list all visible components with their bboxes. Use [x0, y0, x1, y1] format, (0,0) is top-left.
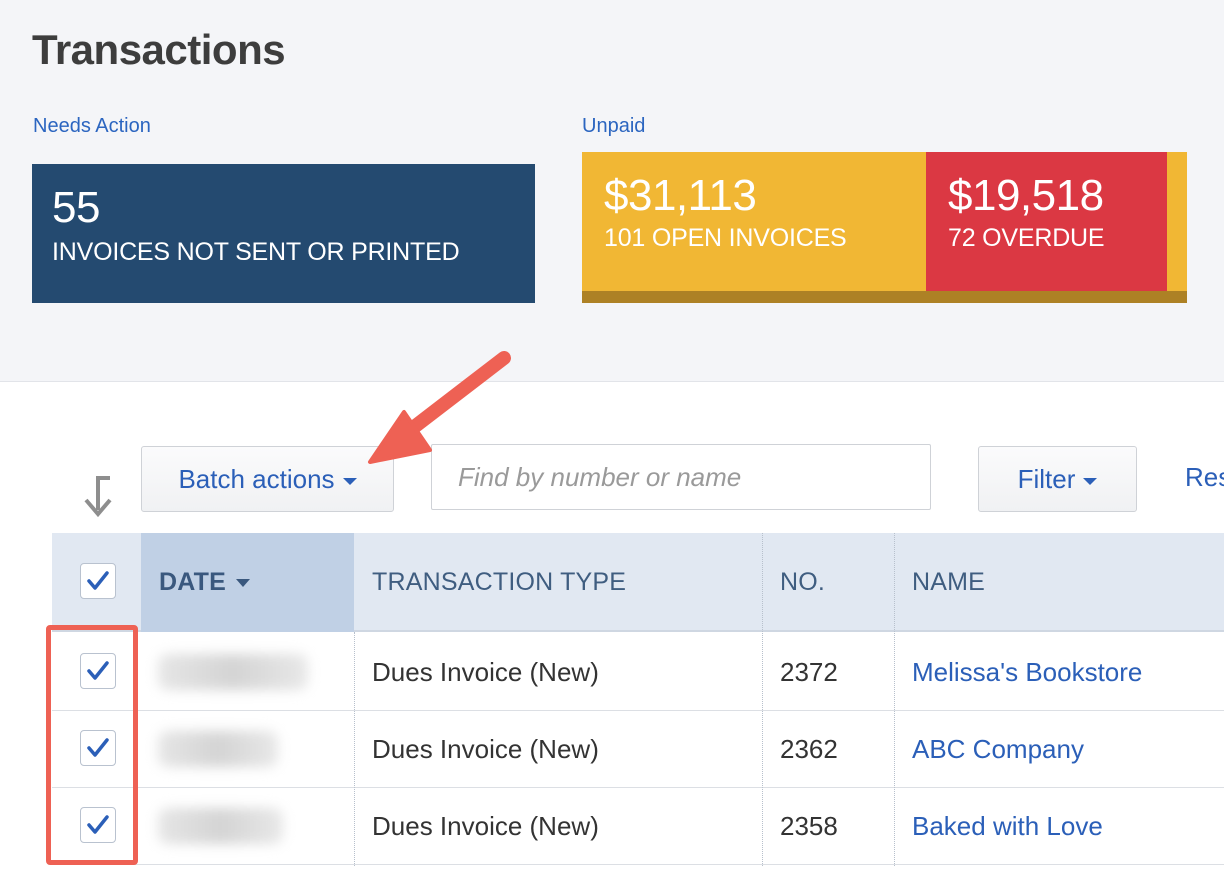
unpaid-card: $31,113 101 OPEN INVOICES $19,518 72 OVE…	[582, 152, 1187, 303]
table-row[interactable]: Dues Invoice (New) 2372 Melissa's Bookst…	[52, 634, 1224, 711]
search-input[interactable]	[431, 444, 931, 510]
needs-action-label[interactable]: Needs Action	[33, 115, 151, 138]
column-header-no[interactable]: NO.	[762, 533, 894, 632]
transaction-type-cell: Dues Invoice (New)	[372, 734, 599, 764]
name-link[interactable]: Baked with Love	[894, 788, 1224, 865]
date-cell-blurred	[158, 731, 278, 767]
needs-action-caption: INVOICES NOT SENT OR PRINTED	[52, 238, 460, 266]
transaction-type-cell: Dues Invoice (New)	[372, 657, 599, 687]
filter-button[interactable]: Filter	[978, 446, 1137, 512]
batch-actions-label: Batch actions	[178, 463, 335, 494]
table-header: DATE TRANSACTION TYPE NO. NAME	[52, 533, 1224, 632]
checkbox-highlight-box	[46, 625, 138, 865]
check-icon	[87, 571, 109, 590]
needs-action-card[interactable]: 55 INVOICES NOT SENT OR PRINTED	[32, 164, 535, 303]
column-divider	[762, 533, 763, 866]
column-divider	[354, 632, 355, 866]
sort-caret-icon	[236, 578, 250, 587]
select-all-checkbox[interactable]	[80, 563, 116, 599]
number-cell: 2362	[780, 734, 838, 764]
open-invoices-caption: 101 OPEN INVOICES	[604, 224, 847, 252]
arrow-down-icon[interactable]	[80, 474, 116, 518]
overdue-amount: $19,518	[948, 171, 1104, 220]
page-title: Transactions	[32, 26, 286, 73]
batch-actions-button[interactable]: Batch actions	[141, 446, 394, 512]
overdue-card[interactable]: $19,518 72 OVERDUE	[926, 152, 1167, 291]
chevron-down-icon	[1083, 477, 1098, 485]
transactions-table: DATE TRANSACTION TYPE NO. NAME Dues Invo…	[52, 533, 1224, 866]
date-cell-blurred	[158, 654, 308, 690]
column-header-transaction-type[interactable]: TRANSACTION TYPE	[354, 533, 762, 632]
unpaid-label[interactable]: Unpaid	[582, 115, 645, 138]
overdue-caption: 72 OVERDUE	[948, 224, 1105, 252]
number-cell: 2372	[780, 657, 838, 687]
unpaid-bar	[582, 291, 1187, 303]
date-cell-blurred	[158, 808, 283, 844]
column-header-date[interactable]: DATE	[141, 533, 354, 632]
table-row[interactable]: Dues Invoice (New) 2358 Baked with Love	[52, 788, 1224, 865]
column-header-name[interactable]: NAME	[894, 533, 1224, 632]
open-invoices-amount: $31,113	[604, 171, 757, 220]
name-link[interactable]: Melissa's Bookstore	[894, 634, 1224, 711]
open-invoices-card[interactable]: $31,113 101 OPEN INVOICES	[582, 152, 926, 291]
summary-panel: Transactions Needs Action Unpaid 55 INVO…	[0, 0, 1224, 382]
reset-link[interactable]: Res	[1185, 462, 1224, 493]
table-row[interactable]: Dues Invoice (New) 2362 ABC Company	[52, 711, 1224, 788]
chevron-down-icon	[342, 477, 357, 485]
needs-action-count: 55	[52, 183, 100, 232]
number-cell: 2358	[780, 811, 838, 841]
column-divider	[894, 533, 895, 866]
name-link[interactable]: ABC Company	[894, 711, 1224, 788]
transaction-type-cell: Dues Invoice (New)	[372, 811, 599, 841]
filter-label: Filter	[1017, 463, 1076, 494]
